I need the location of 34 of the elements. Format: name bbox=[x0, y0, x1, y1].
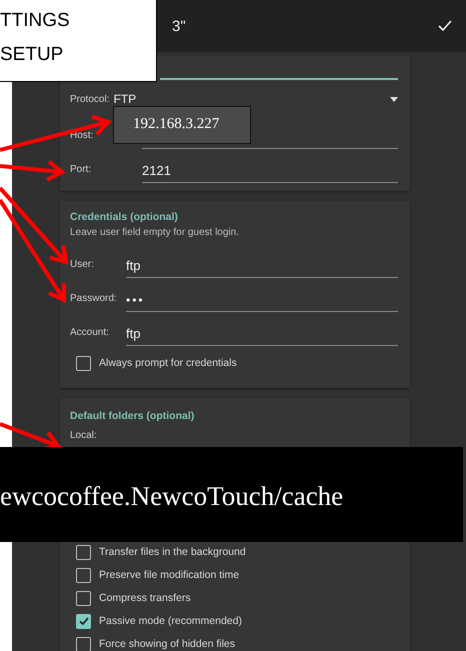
protocol-dropdown[interactable]: FTP bbox=[113, 92, 136, 106]
checkbox-label[interactable]: Transfer files in the background bbox=[99, 546, 246, 558]
dropdown-caret-icon[interactable] bbox=[390, 96, 398, 102]
password-field[interactable]: ••• bbox=[126, 286, 398, 312]
field-label: Local: bbox=[70, 430, 98, 441]
field-label: Port: bbox=[70, 164, 92, 177]
callout-text: TTINGS bbox=[0, 9, 71, 33]
checkbox[interactable] bbox=[76, 636, 91, 651]
checkbox-label[interactable]: Force showing of hidden files bbox=[99, 638, 235, 650]
checkbox[interactable] bbox=[76, 356, 91, 370]
confirm-icon[interactable] bbox=[438, 20, 452, 32]
checkbox[interactable] bbox=[76, 614, 91, 628]
field-label: Password: bbox=[70, 293, 118, 306]
callout-text: SETUP bbox=[0, 43, 64, 67]
input-field[interactable]: 2121 bbox=[142, 157, 398, 183]
checkbox-label[interactable]: Compress transfers bbox=[99, 592, 191, 604]
hint-text: Leave user field empty for guest login. bbox=[70, 227, 240, 238]
annotation-arrow bbox=[0, 160, 66, 182]
address-tooltip: 192.168.3.227 bbox=[113, 106, 251, 144]
checkbox-label[interactable]: Passive mode (recommended) bbox=[99, 615, 242, 627]
checkbox[interactable] bbox=[76, 544, 91, 560]
input-field[interactable]: ftp bbox=[126, 252, 398, 278]
checkbox-label[interactable]: Always prompt for credentials bbox=[99, 357, 237, 369]
checkbox[interactable] bbox=[76, 590, 91, 606]
input-field[interactable]: ftp bbox=[126, 320, 398, 346]
checkbox-label[interactable]: Preserve file modification time bbox=[99, 569, 240, 581]
section-heading: Credentials (optional) bbox=[70, 211, 179, 223]
toolbar-title: 3" bbox=[172, 18, 187, 34]
field-label: User: bbox=[70, 259, 95, 272]
field-label: Account: bbox=[70, 327, 110, 340]
section-heading: Default folders (optional) bbox=[70, 410, 196, 422]
checkbox[interactable] bbox=[76, 568, 91, 582]
field-label: Protocol: bbox=[70, 94, 110, 104]
path-banner: ewcocoffee.NewcoTouch/cache bbox=[0, 447, 463, 542]
